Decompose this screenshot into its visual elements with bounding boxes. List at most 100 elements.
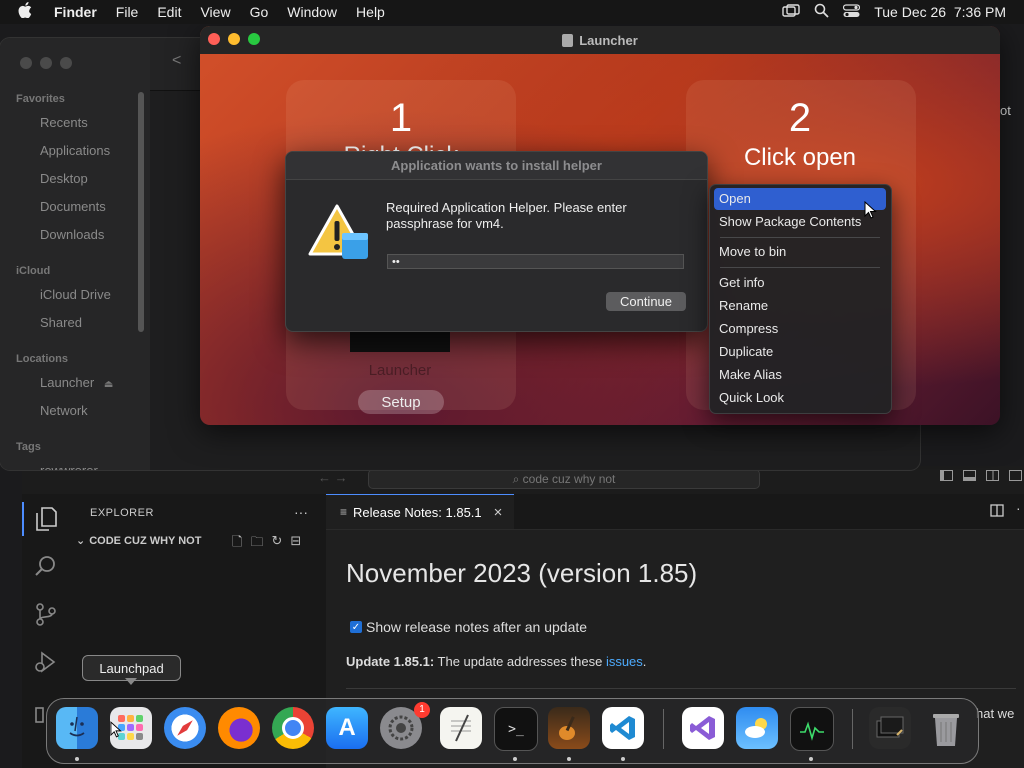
customize-layout-icon[interactable] bbox=[1009, 470, 1022, 481]
dock-divider bbox=[852, 709, 853, 749]
app-icon[interactable] bbox=[350, 332, 450, 352]
sidebar-heading-locations: Locations bbox=[16, 353, 68, 365]
finder-zoom-dot[interactable] bbox=[60, 57, 72, 69]
dock-safari-icon[interactable] bbox=[164, 707, 206, 749]
menu-edit[interactable]: Edit bbox=[157, 4, 181, 20]
command-center[interactable]: ⌕ code cuz why not bbox=[368, 469, 760, 489]
editor-more-icon[interactable]: · bbox=[1016, 500, 1021, 516]
finder-minimize-dot[interactable] bbox=[40, 57, 52, 69]
dock-weather-icon[interactable] bbox=[736, 707, 778, 749]
menu-go[interactable]: Go bbox=[250, 4, 269, 20]
content-divider bbox=[346, 688, 1016, 689]
explorer-more-button[interactable]: ··· bbox=[294, 504, 308, 520]
document-icon: ≡ bbox=[340, 505, 348, 519]
sidebar-item-recents[interactable]: Recents bbox=[40, 115, 88, 130]
warning-icon bbox=[308, 204, 370, 262]
menu-item-move-to-bin[interactable]: Move to bin bbox=[719, 244, 786, 259]
source-control-icon[interactable] bbox=[34, 602, 58, 631]
dock-terminal-icon[interactable]: >_ bbox=[494, 707, 538, 751]
dock-app-store-icon[interactable]: A bbox=[326, 707, 368, 749]
menu-window[interactable]: Window bbox=[287, 4, 337, 20]
screen-mirroring-icon[interactable] bbox=[782, 3, 800, 21]
run-debug-icon[interactable] bbox=[34, 650, 58, 679]
update-end: . bbox=[642, 654, 647, 669]
release-heading: November 2023 (version 1.85) bbox=[346, 558, 698, 588]
tab-release-notes[interactable]: ≡ Release Notes: 1.85.1 × bbox=[326, 494, 514, 529]
control-center-icon[interactable] bbox=[843, 3, 861, 21]
menu-item-quick-look[interactable]: Quick Look bbox=[719, 390, 784, 405]
vscode-titlebar: ⌕ code cuz why not ← → bbox=[22, 466, 1024, 494]
new-folder-icon[interactable]: 🗀 bbox=[250, 533, 263, 555]
layout-controls bbox=[940, 470, 1022, 481]
password-field[interactable]: •• bbox=[387, 254, 684, 269]
sidebar-heading-icloud: iCloud bbox=[16, 265, 51, 277]
toggle-panel-icon[interactable] bbox=[963, 470, 976, 481]
tab-label: Release Notes: 1.85.1 bbox=[353, 504, 482, 520]
chevron-down-icon: ⌄ bbox=[76, 535, 86, 547]
menu-app-name[interactable]: Finder bbox=[54, 4, 97, 20]
split-editor-icon[interactable] bbox=[990, 504, 1004, 522]
menu-help[interactable]: Help bbox=[356, 4, 385, 20]
menu-item-compress[interactable]: Compress bbox=[719, 321, 778, 336]
eject-icon[interactable]: ⏏ bbox=[104, 379, 113, 390]
search-icon[interactable] bbox=[814, 3, 829, 21]
dock-trash-icon[interactable] bbox=[925, 707, 967, 749]
apple-menu-icon[interactable] bbox=[18, 2, 32, 22]
setup-button[interactable]: Setup bbox=[358, 390, 444, 414]
dock-chrome-icon[interactable] bbox=[272, 707, 314, 749]
dock-finder-icon[interactable] bbox=[56, 707, 98, 749]
menu-item-make-alias[interactable]: Make Alias bbox=[719, 367, 782, 382]
back-button[interactable]: < bbox=[172, 52, 181, 70]
zoom-button[interactable] bbox=[248, 33, 260, 45]
dock-firefox-icon[interactable] bbox=[218, 707, 260, 749]
menu-item-duplicate[interactable]: Duplicate bbox=[719, 344, 773, 359]
sidebar-item-launcher[interactable]: Launcher ⏏ bbox=[40, 375, 113, 390]
menu-view[interactable]: View bbox=[200, 4, 230, 20]
menu-file[interactable]: File bbox=[116, 4, 139, 20]
command-center-text: code cuz why not bbox=[522, 472, 616, 486]
refresh-icon[interactable]: ↻ bbox=[271, 533, 282, 555]
dock-visual-studio-icon[interactable] bbox=[682, 707, 724, 749]
menu-item-open[interactable]: Open bbox=[719, 191, 751, 206]
launcher-titlebar: Launcher bbox=[200, 26, 1000, 54]
sidebar-item-applications[interactable]: Applications bbox=[40, 143, 110, 158]
minimize-button[interactable] bbox=[228, 33, 240, 45]
menu-datetime[interactable]: Tue Dec 26 7:36 PM bbox=[874, 4, 1006, 20]
explorer-icon[interactable] bbox=[34, 506, 58, 537]
issues-link[interactable]: issues bbox=[606, 654, 643, 669]
sidebar-item-desktop[interactable]: Desktop bbox=[40, 171, 88, 186]
close-button[interactable] bbox=[208, 33, 220, 45]
new-file-icon[interactable]: 🗋 bbox=[232, 533, 242, 555]
sidebar-item-network[interactable]: Network bbox=[40, 403, 88, 418]
dock-downloads-stack-icon[interactable] bbox=[869, 707, 911, 749]
toggle-sidebar-icon[interactable] bbox=[940, 470, 953, 481]
menu-item-show-package-contents[interactable]: Show Package Contents bbox=[719, 214, 861, 229]
search-icon[interactable] bbox=[34, 554, 58, 583]
dock-garageband-icon[interactable] bbox=[548, 707, 590, 749]
sidebar-item-icloud-drive[interactable]: iCloud Drive bbox=[40, 287, 111, 302]
folder-header[interactable]: ⌄ CODE CUZ WHY NOT bbox=[76, 534, 201, 548]
sidebar-item-downloads[interactable]: Downloads bbox=[40, 227, 104, 242]
dialog-title: Application wants to install helper bbox=[286, 152, 707, 180]
continue-button[interactable]: Continue bbox=[606, 292, 686, 311]
background-cut-text: ot bbox=[1000, 103, 1011, 118]
release-notes-checkbox[interactable]: ✓ bbox=[350, 621, 362, 633]
sidebar-item-tag[interactable]: rewwrerer bbox=[40, 463, 98, 470]
sidebar-item-shared[interactable]: Shared bbox=[40, 315, 82, 330]
dock-activity-monitor-icon[interactable] bbox=[790, 707, 834, 751]
menu-separator bbox=[720, 267, 880, 268]
tab-close-icon[interactable]: × bbox=[494, 504, 503, 521]
nav-arrows[interactable]: ← → bbox=[318, 470, 348, 485]
sidebar-item-documents[interactable]: Documents bbox=[40, 199, 106, 214]
menu-separator bbox=[720, 237, 880, 238]
running-indicator bbox=[809, 757, 813, 761]
menu-item-rename[interactable]: Rename bbox=[719, 298, 768, 313]
toggle-secondary-sidebar-icon[interactable] bbox=[986, 470, 999, 481]
finder-close-dot[interactable] bbox=[20, 57, 32, 69]
menu-item-get-info[interactable]: Get info bbox=[719, 275, 765, 290]
dock-vscode-icon[interactable] bbox=[602, 707, 644, 749]
collapse-all-icon[interactable]: ⊟ bbox=[290, 533, 301, 555]
sidebar-scrollbar[interactable] bbox=[138, 92, 144, 332]
dock-textedit-icon[interactable] bbox=[440, 707, 482, 749]
running-indicator bbox=[75, 757, 79, 761]
